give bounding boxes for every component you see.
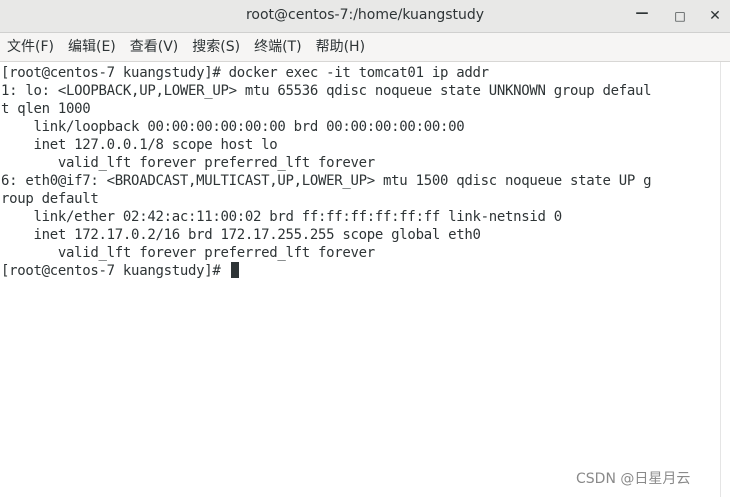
terminal-line: valid_lft forever preferred_lft forever bbox=[1, 155, 375, 171]
prompt-line[interactable]: [root@centos-7 kuangstudy]# bbox=[1, 262, 239, 280]
terminal-line: [root@centos-7 kuangstudy]# docker exec … bbox=[1, 65, 489, 81]
maximize-icon[interactable]: □ bbox=[670, 6, 690, 26]
menu-terminal[interactable]: 终端(T) bbox=[247, 33, 308, 61]
terminal-line: 6: eth0@if7: <BROADCAST,MULTICAST,UP,LOW… bbox=[1, 173, 652, 189]
terminal-window: root@centos-7:/home/kuangstudy — □ ✕ 文件(… bbox=[0, 0, 730, 497]
window-title: root@centos-7:/home/kuangstudy bbox=[245, 7, 485, 23]
close-icon[interactable]: ✕ bbox=[705, 6, 725, 26]
terminal-line: link/ether 02:42:ac:11:00:02 brd ff:ff:f… bbox=[1, 209, 563, 225]
watermark: CSDN @日星月云 bbox=[576, 471, 691, 487]
terminal-line: inet 127.0.0.1/8 scope host lo bbox=[1, 137, 278, 153]
menu-bar: 文件(F) 编辑(E) 查看(V) 搜索(S) 终端(T) 帮助(H) bbox=[0, 33, 730, 62]
menu-view[interactable]: 查看(V) bbox=[123, 33, 186, 61]
menu-edit[interactable]: 编辑(E) bbox=[61, 33, 123, 61]
menu-file[interactable]: 文件(F) bbox=[0, 33, 61, 61]
scrollbar[interactable] bbox=[720, 62, 730, 497]
text-cursor bbox=[230, 262, 239, 278]
menu-search[interactable]: 搜索(S) bbox=[185, 33, 247, 61]
terminal-line: valid_lft forever preferred_lft forever bbox=[1, 245, 375, 261]
shell-prompt: [root@centos-7 kuangstudy]# bbox=[1, 263, 229, 279]
menu-help[interactable]: 帮助(H) bbox=[309, 33, 372, 61]
terminal-line: t qlen 1000 bbox=[1, 101, 91, 117]
terminal-line: roup default bbox=[1, 191, 99, 207]
terminal-line: 1: lo: <LOOPBACK,UP,LOWER_UP> mtu 65536 … bbox=[1, 83, 652, 99]
terminal-output[interactable]: [root@centos-7 kuangstudy]# docker exec … bbox=[1, 62, 719, 497]
title-bar[interactable]: root@centos-7:/home/kuangstudy — □ ✕ bbox=[0, 0, 730, 33]
terminal-line: inet 172.17.0.2/16 brd 172.17.255.255 sc… bbox=[1, 227, 481, 243]
minimize-icon[interactable]: — bbox=[632, 4, 652, 24]
terminal-line: link/loopback 00:00:00:00:00:00 brd 00:0… bbox=[1, 119, 465, 135]
